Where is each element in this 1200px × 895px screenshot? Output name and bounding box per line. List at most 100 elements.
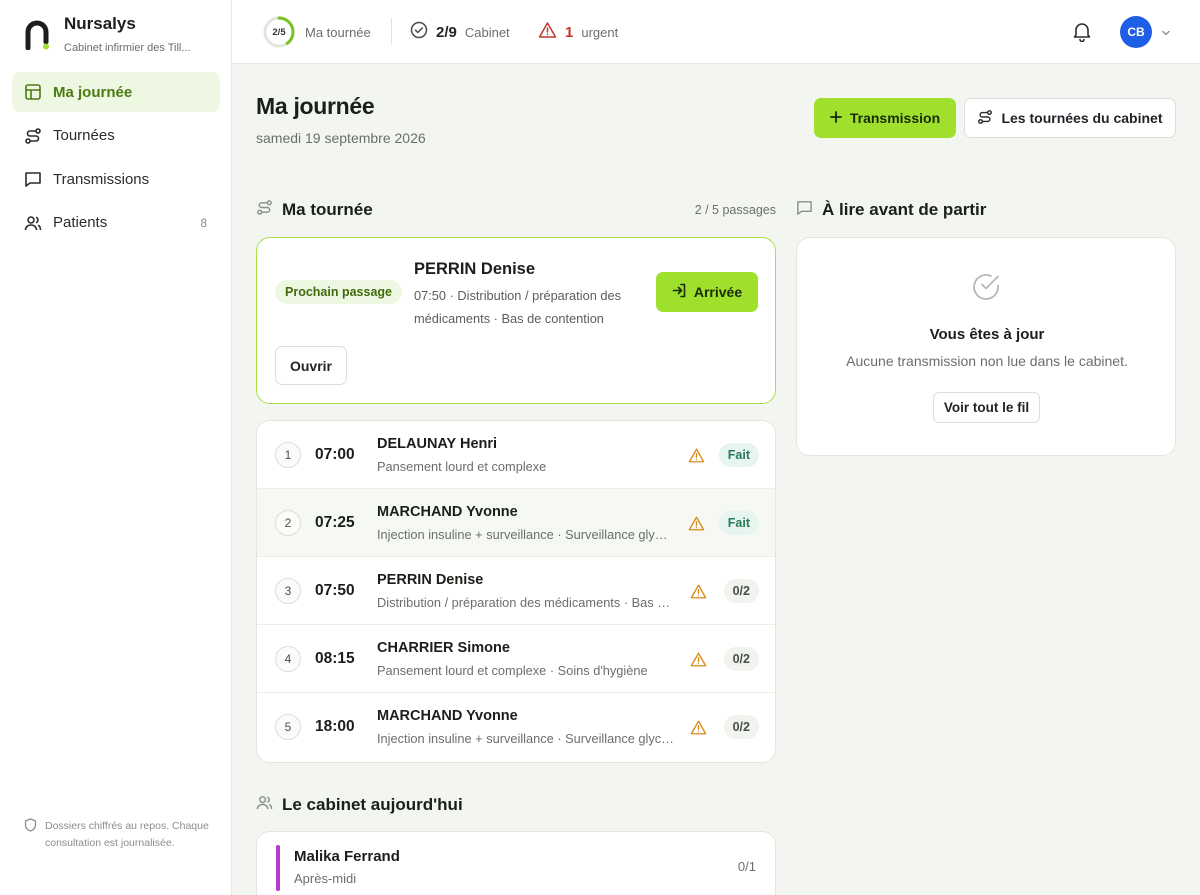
route-icon [977,109,993,128]
layout-icon [24,83,42,101]
member-progress: 0/1 [737,859,756,874]
message-icon [24,170,42,188]
sidebar-item-label: Tournées [53,127,115,144]
route-icon [24,127,42,145]
alert-triangle-icon [690,583,707,600]
next-visit-card[interactable]: Prochain passage PERRIN Denise 07:50 · D… [256,237,776,404]
table-row[interactable]: 1 07:00 DELAUNAY Henri Pansement lourd e… [257,421,775,489]
unread-transmissions-card: Vous êtes à jour Aucune transmission non… [796,237,1176,456]
chevron-down-icon[interactable] [1160,26,1172,38]
up-to-date-title: Vous êtes à jour [929,326,1045,343]
alert-triangle-icon [688,515,705,532]
new-transmission-label: Transmission [849,110,941,126]
security-note: Dossiers chiffrés au repos. Chaque consu… [24,818,214,851]
next-visit-desc: 07:50 · Distribution / préparation des m… [414,288,621,326]
care-description: Injection insuline + surveillance · Surv… [377,731,677,746]
progress-ring-text: 2/5 [272,26,286,38]
read-section-title: À lire avant de partir [796,199,986,221]
care-description: Distribution / préparation des médicamen… [377,595,677,610]
tour-progress[interactable]: 2/5 Ma tournée [262,15,371,49]
sidebar-item-transmissions[interactable]: Transmissions [12,159,220,199]
cabinet-progress[interactable]: 2/9 Cabinet [410,21,510,44]
users-icon [24,214,42,232]
care-description: Injection insuline + surveillance · Surv… [377,527,673,542]
page-title: Ma journée [256,93,375,119]
sidebar-item-ma-journee[interactable]: Ma journée [12,72,220,112]
alert-triangle-icon [690,719,707,736]
sidebar-nav: Ma journée Tournées Transmissions Patien… [12,72,220,246]
check-circle-icon [410,21,428,44]
view-thread-button[interactable]: Voir tout le fil [933,392,1040,423]
status-badge: Fait [718,443,759,467]
cabinet-label: Cabinet [464,25,510,40]
care-description: Pansement lourd et complexe [377,459,547,474]
visit-time: 07:00 [315,446,355,463]
sidebar-item-label: Patients [53,214,108,231]
patients-count: 8 [200,215,207,230]
status-badge: Fait [718,511,759,535]
plus-icon [829,110,842,126]
cabinet-member-card[interactable]: Malika Ferrand Après-midi 0/1 [256,831,776,895]
status-badge: 0/2 [723,715,759,739]
care-description: Pansement lourd et complexe · Soins d'hy… [377,663,648,678]
users-icon [256,794,273,816]
up-to-date-subtitle: Aucune transmission non lue dans le cabi… [846,353,1128,369]
sidebar-item-label: Ma journée [53,83,133,101]
visit-time: 07:50 [315,582,355,599]
shield-icon [24,818,37,851]
patient-name: PERRIN Denise [377,572,484,588]
new-transmission-button[interactable]: Transmission [814,98,956,138]
table-row[interactable]: 3 07:50 PERRIN Denise Distribution / pré… [257,557,775,625]
brand[interactable]: Nursalys Cabinet infirmier des Till... [24,14,191,54]
status-badge: 0/2 [723,579,759,603]
page-date: samedi 19 septembre 2026 [256,130,426,146]
visits-list: 1 07:00 DELAUNAY Henri Pansement lourd e… [256,420,776,763]
topbar: 2/5 Ma tournée 2/9 Cabinet 1 urgent CB [232,0,1200,64]
passages-count: 2 / 5 passages [694,203,776,217]
member-shift: Après-midi [294,871,357,886]
app-name: Nursalys [64,14,136,33]
progress-ring: 2/5 [262,15,296,49]
next-visit-name: PERRIN Denise [414,260,536,278]
urgent-value: 1 [565,24,574,41]
cabinet-value: 2/9 [436,24,457,41]
progress-label: Ma tournée [305,24,371,40]
visit-time: 07:25 [315,514,355,531]
alert-triangle-icon [688,447,705,464]
open-button[interactable]: Ouvrir [275,346,347,385]
visit-number: 1 [275,442,301,468]
bell-icon[interactable] [1071,20,1093,43]
cabinet-title: Le cabinet aujourd'hui [282,795,463,814]
alert-triangle-icon [538,21,557,44]
patient-name: DELAUNAY Henri [377,436,498,452]
table-row[interactable]: 4 08:15 CHARRIER Simone Pansement lourd … [257,625,775,693]
tour-title: Ma tournée [282,200,373,219]
urgent-indicator[interactable]: 1 urgent [538,21,618,44]
table-row[interactable]: 5 18:00 MARCHAND Yvonne Injection insuli… [257,693,775,761]
visit-number: 2 [275,510,301,536]
sidebar-item-tournees[interactable]: Tournées [12,116,220,156]
read-title: À lire avant de partir [822,200,987,219]
sidebar: Nursalys Cabinet infirmier des Till... M… [0,0,232,895]
cabinet-tours-button[interactable]: Les tournées du cabinet [964,98,1176,138]
alert-triangle-icon [690,651,707,668]
log-in-icon [672,283,687,301]
member-color-bar [276,845,280,891]
arrival-button[interactable]: Arrivée [656,272,758,312]
patient-name: MARCHAND Yvonne [377,708,518,724]
tour-section-title: Ma tournée [256,199,373,221]
patient-name: MARCHAND Yvonne [377,504,518,520]
urgent-label: urgent [581,25,619,40]
logo-icon [24,20,50,51]
visit-number: 4 [275,646,301,672]
patient-name: CHARRIER Simone [377,640,510,656]
route-icon [256,199,273,221]
app-subtitle: Cabinet infirmier des Till... [64,42,191,54]
visit-number: 5 [275,714,301,740]
sidebar-item-patients[interactable]: Patients 8 [12,203,220,243]
arrival-label: Arrivée [693,284,743,300]
table-row[interactable]: 2 07:25 MARCHAND Yvonne Injection insuli… [257,489,775,557]
divider [391,18,392,45]
cabinet-tours-label: Les tournées du cabinet [1001,110,1163,126]
avatar[interactable]: CB [1120,16,1152,48]
